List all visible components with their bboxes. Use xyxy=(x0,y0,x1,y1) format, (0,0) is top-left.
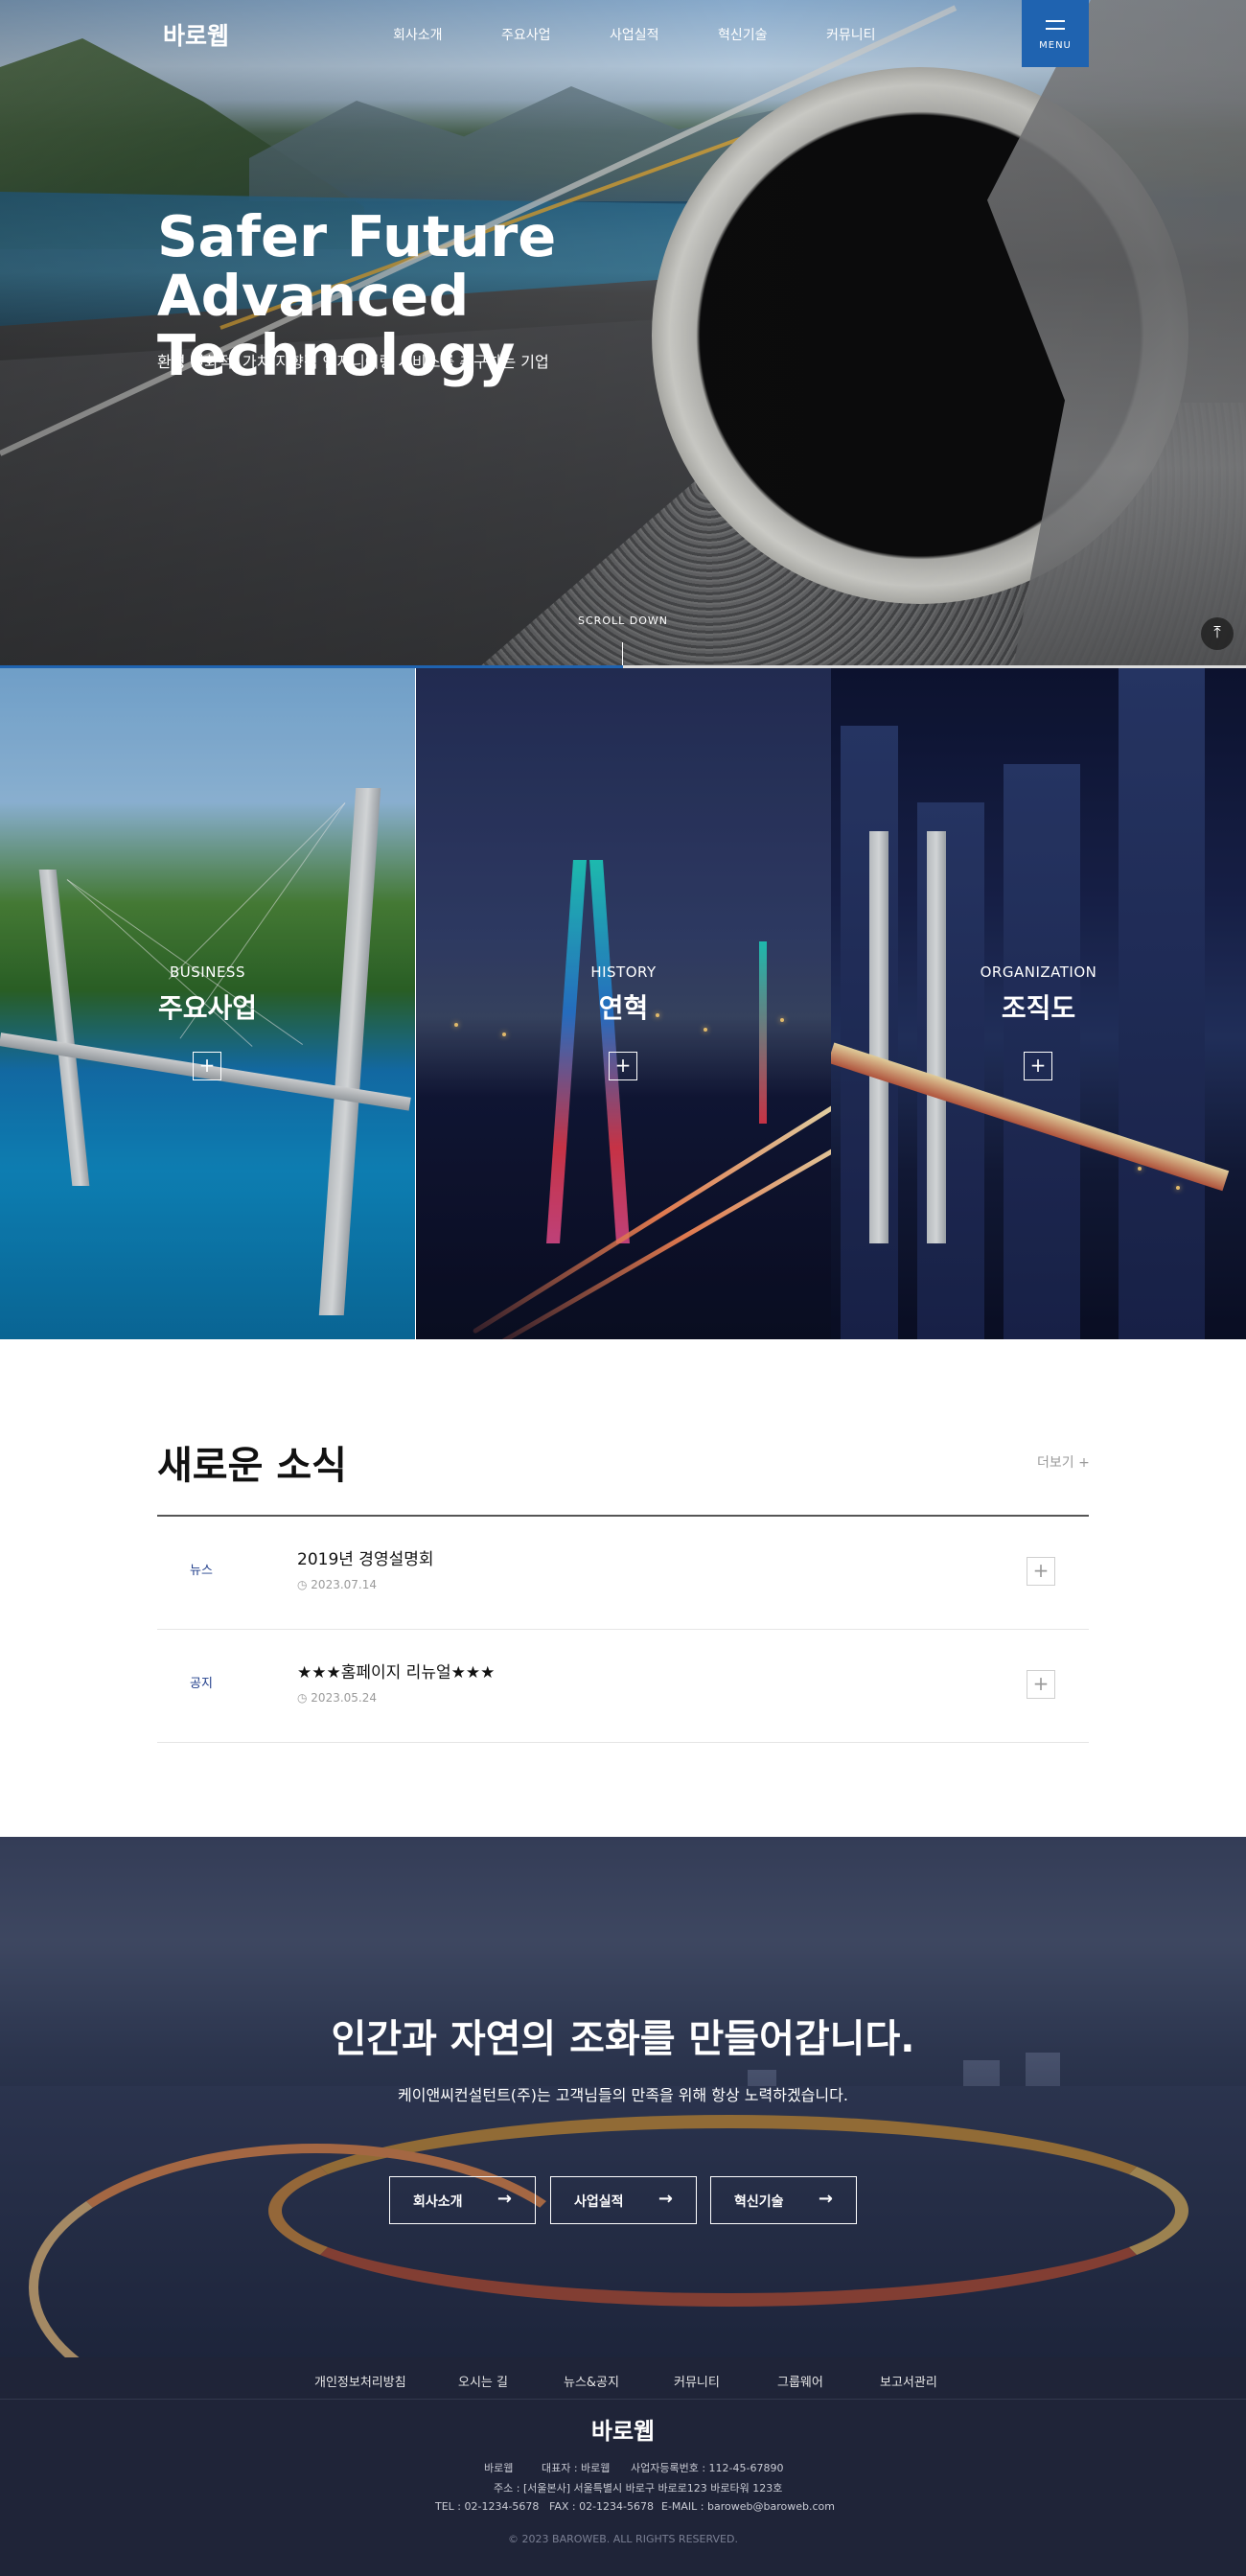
news-date-value: 2023.07.14 xyxy=(311,1578,378,1591)
news-category: 공지 xyxy=(190,1677,213,1691)
footer-fax: FAX : 02-1234-5678 xyxy=(549,2500,655,2513)
footer-tel: TEL : 02-1234-5678 xyxy=(435,2500,540,2513)
plus-icon: + xyxy=(1032,1559,1050,1582)
nav-item-company[interactable]: 회사소개 xyxy=(393,25,443,44)
scroll-down-label[interactable]: SCROLL DOWN xyxy=(527,615,719,627)
news-category: 뉴스 xyxy=(190,1564,213,1578)
footer-logo: 바로웹 xyxy=(590,2418,656,2445)
footer-link-news[interactable]: 뉴스&공지 xyxy=(564,2372,619,2390)
news-section-title: 새로운 소식 xyxy=(157,1444,347,1488)
footer-ceo: 대표자 : 바로웹 xyxy=(542,2462,611,2474)
news-more-link[interactable]: 더보기 + xyxy=(1037,1452,1090,1472)
hero-title-line1: Safer Future xyxy=(157,203,557,269)
news-title[interactable]: ★★★홈페이지 리뉴얼★★★ xyxy=(297,1659,495,1683)
banner-subtitle: 케이앤씨컨설턴트(주)는 고객님들의 만족을 위해 항상 노력하겠습니다. xyxy=(398,2086,848,2104)
plus-icon: + xyxy=(614,1054,632,1077)
news-item[interactable]: 뉴스 2019년 경영설명회 ◷ 2023.07.14 + xyxy=(157,1517,1089,1630)
footer-link-reports[interactable]: 보고서관리 xyxy=(880,2372,937,2390)
scroll-top-button[interactable]: ⤒ xyxy=(1201,617,1234,650)
panel-business-title[interactable]: 주요사업 xyxy=(0,987,415,1026)
site-logo[interactable]: 바로웹 xyxy=(163,17,229,52)
nav-item-community[interactable]: 커뮤니티 xyxy=(826,25,876,44)
panel-business-en: BUSINESS xyxy=(170,963,245,981)
banner-button-company[interactable]: 회사소개 → xyxy=(389,2176,536,2224)
banner-button-label: 회사소개 xyxy=(413,2194,463,2210)
nav-item-business[interactable]: 주요사업 xyxy=(501,25,551,44)
hamburger-icon xyxy=(1046,20,1065,30)
panel-business-plus-button[interactable]: + xyxy=(193,1052,221,1080)
plus-icon: + xyxy=(1032,1672,1050,1695)
menu-button[interactable]: MENU xyxy=(1022,0,1089,67)
panel-history-en: HISTORY xyxy=(590,963,657,981)
arrow-right-icon: → xyxy=(818,2189,833,2209)
banner-button-label: 사업실적 xyxy=(574,2194,624,2210)
banner-button-label: 혁신기술 xyxy=(734,2194,784,2210)
news-item[interactable]: 공지 ★★★홈페이지 리뉴얼★★★ ◷ 2023.05.24 + xyxy=(157,1630,1089,1743)
plus-icon: + xyxy=(1029,1054,1047,1077)
footer-biz-no: 사업자등록번호 : 112-45-67890 xyxy=(631,2462,784,2474)
panel-organization-plus-button[interactable]: + xyxy=(1024,1052,1052,1080)
hero-subtitle: 환경 친화적, 가치 지향적 엔지니어링 서비스를 추구하는 기업 xyxy=(157,353,549,371)
panel-history-title[interactable]: 연혁 xyxy=(416,987,831,1026)
nav-item-performance[interactable]: 사업실적 xyxy=(610,25,659,44)
scroll-down-line xyxy=(622,642,623,667)
clock-icon: ◷ xyxy=(297,1578,312,1591)
footer-company: 바로웹 xyxy=(484,2462,514,2474)
panel-organization-en: ORGANIZATION xyxy=(980,963,1097,981)
nav-item-technology[interactable]: 혁신기술 xyxy=(718,25,768,44)
plus-icon: + xyxy=(198,1054,216,1077)
footer-link-groupware[interactable]: 그룹웨어 xyxy=(777,2372,823,2390)
banner-button-technology[interactable]: 혁신기술 → xyxy=(710,2176,857,2224)
footer-address: 주소 : [서울본사] 서울특별시 바로구 바로로123 바로타워 123호 xyxy=(494,2482,783,2495)
banner-button-performance[interactable]: 사업실적 → xyxy=(550,2176,697,2224)
banner-title: 인간과 자연의 조화를 만들어갑니다. xyxy=(331,2017,915,2061)
arrow-up-to-top-icon: ⤒ xyxy=(1213,623,1221,642)
panel-history-plus-button[interactable]: + xyxy=(609,1052,637,1080)
footer-link-privacy[interactable]: 개인정보처리방침 xyxy=(314,2372,406,2390)
footer-link-location[interactable]: 오시는 길 xyxy=(458,2372,508,2390)
footer-links: 개인정보처리방침 오시는 길 뉴스&공지 커뮤니티 그룹웨어 보고서관리 xyxy=(0,2357,1246,2400)
news-date: ◷ 2023.07.14 xyxy=(297,1578,377,1591)
arrow-right-icon: → xyxy=(496,2189,512,2209)
footer-link-community[interactable]: 커뮤니티 xyxy=(674,2372,720,2390)
arrow-right-icon: → xyxy=(658,2189,673,2209)
news-date-value: 2023.05.24 xyxy=(311,1691,378,1705)
news-plus-button[interactable]: + xyxy=(1027,1670,1055,1699)
panel-organization-title[interactable]: 조직도 xyxy=(831,987,1246,1026)
news-plus-button[interactable]: + xyxy=(1027,1557,1055,1586)
clock-icon: ◷ xyxy=(297,1691,312,1705)
news-title[interactable]: 2019년 경영설명회 xyxy=(297,1545,434,1569)
footer-email[interactable]: E-MAIL : baroweb@baroweb.com xyxy=(661,2500,835,2513)
news-date: ◷ 2023.05.24 xyxy=(297,1691,377,1705)
footer-copyright: © 2023 BAROWEB. ALL RIGHTS RESERVED. xyxy=(508,2533,738,2545)
menu-button-label: MENU xyxy=(1039,40,1072,51)
